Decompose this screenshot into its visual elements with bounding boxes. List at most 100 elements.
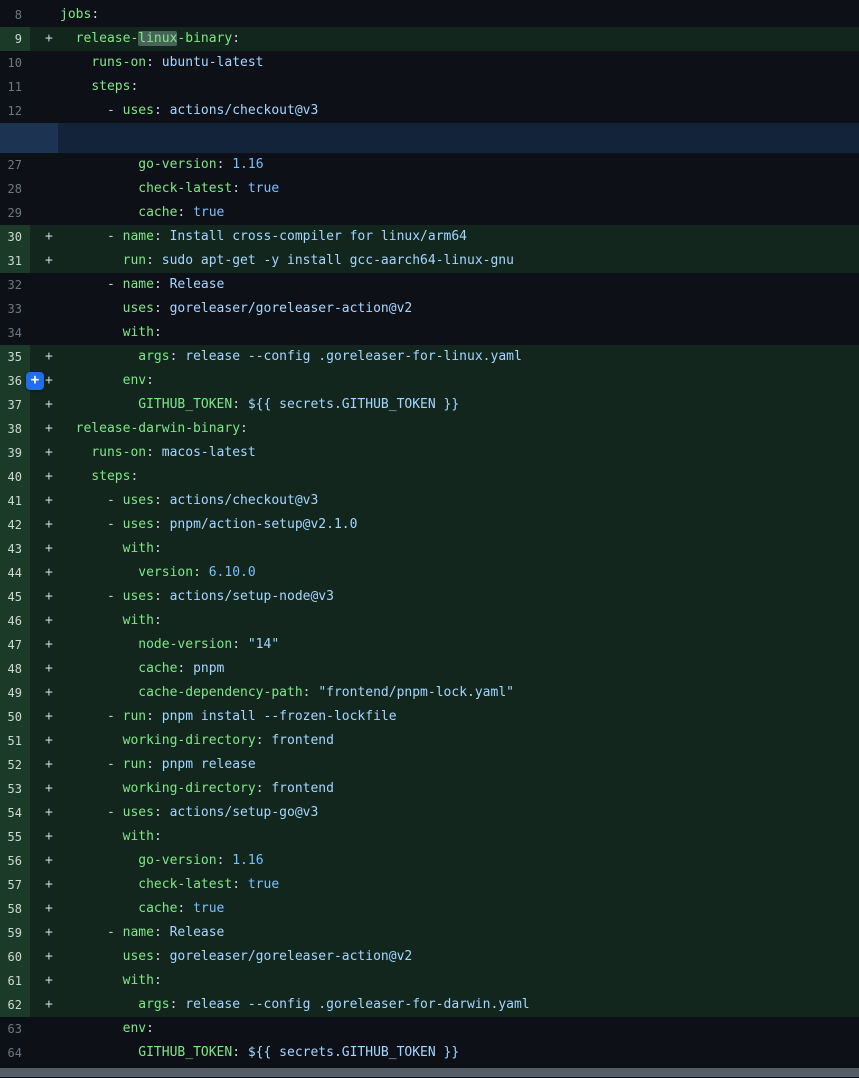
code-content: steps: [58,465,859,489]
diff-marker: + [30,345,58,369]
diff-marker: + [30,969,58,993]
code-token: GITHUB_TOKEN [138,1045,232,1060]
line-number[interactable]: 41 [0,489,30,513]
line-number[interactable]: 45 [0,585,30,609]
line-number[interactable]: 52 [0,753,30,777]
code-content: release-darwin-binary: [58,417,859,441]
line-number[interactable]: 51 [0,729,30,753]
code-token [60,373,123,388]
line-number[interactable]: 56 [0,849,30,873]
code-token: true [193,901,224,916]
line-number[interactable]: 47 [0,633,30,657]
diff-line: 32 - name: Release [0,273,859,297]
diff-marker [30,1017,58,1041]
code-token [60,79,91,94]
diff-line: 61+ with: [0,969,859,993]
hunk-expander[interactable] [0,123,859,153]
diff-line: 55+ with: [0,825,859,849]
line-number[interactable]: 37 [0,393,30,417]
line-number[interactable]: 59 [0,921,30,945]
code-token: true [248,181,279,196]
code-token: check-latest [138,877,232,892]
expander-gutter[interactable] [0,123,58,153]
line-number[interactable]: 64 [0,1041,30,1065]
code-token: - [60,517,123,532]
line-number[interactable]: 12 [0,99,30,123]
line-number[interactable]: 27 [0,153,30,177]
line-number[interactable]: 43 [0,537,30,561]
code-content: with: [58,321,859,345]
line-number[interactable]: 31 [0,249,30,273]
line-number[interactable]: 49 [0,681,30,705]
line-number[interactable]: 9 [0,27,30,51]
code-content: working-directory: frontend [58,777,859,801]
line-number[interactable]: 44 [0,561,30,585]
line-number[interactable]: 30 [0,225,30,249]
line-number[interactable]: 57 [0,873,30,897]
line-number[interactable]: 11 [0,75,30,99]
line-number[interactable]: 39 [0,441,30,465]
line-number[interactable]: 8 [0,3,30,27]
horizontal-scrollbar[interactable] [0,1068,859,1077]
code-token [60,853,138,868]
line-number[interactable]: 29 [0,201,30,225]
code-token: Install cross-compiler for linux/arm64 [170,229,467,244]
diff-marker: + [30,417,58,441]
code-token: 1.16 [232,853,263,868]
code-token: 6.10.0 [209,565,256,580]
diff-line: 37+ GITHUB_TOKEN: ${{ secrets.GITHUB_TOK… [0,393,859,417]
code-token: : [154,805,170,820]
line-number[interactable]: 40 [0,465,30,489]
diff-marker [30,1041,58,1065]
diff-line: 40+ steps: [0,465,859,489]
diff-line: 38+ release-darwin-binary: [0,417,859,441]
code-token [60,55,91,70]
line-number[interactable]: 28 [0,177,30,201]
line-number[interactable]: 54 [0,801,30,825]
code-token: working-directory [123,733,256,748]
diff-line: 45+ - uses: actions/setup-node@v3 [0,585,859,609]
code-token: : [232,877,248,892]
diff-marker: + [30,393,58,417]
diff-marker [30,75,58,99]
diff-marker: + [30,441,58,465]
code-token: - [60,103,123,118]
line-number[interactable]: 63 [0,1017,30,1041]
code-content: - uses: pnpm/action-setup@v2.1.0 [58,513,859,537]
diff-marker [30,201,58,225]
line-number[interactable]: 34 [0,321,30,345]
line-number[interactable]: 55 [0,825,30,849]
diff-line: 11 steps: [0,75,859,99]
code-token: - [60,757,123,772]
line-number[interactable]: 35 [0,345,30,369]
line-number[interactable]: 32 [0,273,30,297]
line-number[interactable]: 10 [0,51,30,75]
line-number[interactable]: 62 [0,993,30,1017]
code-token: : [217,853,233,868]
code-token: : [130,469,138,484]
line-number[interactable]: 46 [0,609,30,633]
diff-marker: + [30,585,58,609]
line-number[interactable]: 50 [0,705,30,729]
diff-line: 50+ - run: pnpm install --frozen-lockfil… [0,705,859,729]
line-number[interactable]: 48 [0,657,30,681]
code-token: runs-on [91,445,146,460]
line-number[interactable]: 61 [0,969,30,993]
line-number[interactable]: 53 [0,777,30,801]
line-number[interactable]: 42 [0,513,30,537]
code-token [60,541,123,556]
add-comment-button[interactable]: + [26,372,44,390]
line-number[interactable]: 33 [0,297,30,321]
diff-marker: + [30,849,58,873]
line-number[interactable]: 58 [0,897,30,921]
diff-marker: + [30,27,58,51]
code-content: with: [58,969,859,993]
code-token: : [177,205,193,220]
code-token: steps [91,79,130,94]
line-number[interactable]: 60 [0,945,30,969]
diff-marker [30,3,58,27]
code-token [60,661,138,676]
line-number[interactable]: 38 [0,417,30,441]
diff-line: 39+ runs-on: macos-latest [0,441,859,465]
code-token: Release [170,925,225,940]
